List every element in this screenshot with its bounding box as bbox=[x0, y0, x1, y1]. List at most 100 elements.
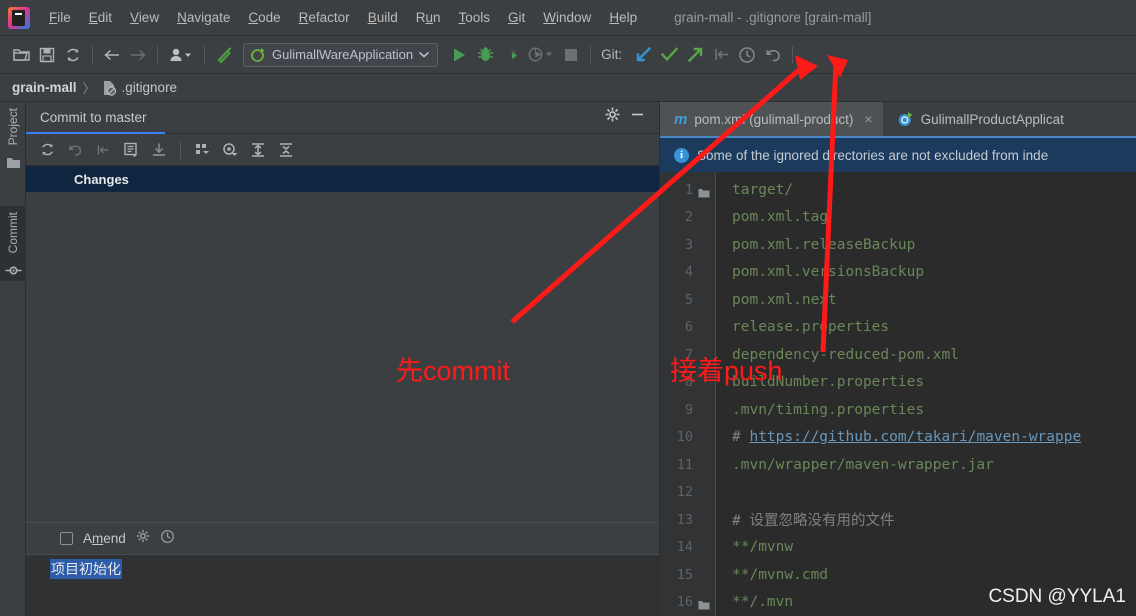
code-line-url: # https://github.com/takari/maven-wrappe bbox=[732, 424, 1136, 452]
hammer-icon[interactable] bbox=[211, 42, 237, 68]
menu-item-code[interactable]: Code bbox=[239, 6, 289, 29]
breadcrumb-project[interactable]: grain-mall bbox=[12, 80, 77, 95]
git-label: Git: bbox=[601, 47, 623, 62]
gutter-line: 3 bbox=[660, 231, 715, 259]
expand-all-icon[interactable] bbox=[245, 137, 271, 163]
gear-icon[interactable] bbox=[605, 107, 620, 127]
minimize-icon[interactable] bbox=[630, 107, 645, 127]
sidebar-item-commit-label: Commit bbox=[6, 212, 20, 254]
toolbar-divider-5 bbox=[792, 45, 794, 64]
line-number: 6 bbox=[684, 319, 693, 336]
commit-checkmark-icon[interactable] bbox=[656, 42, 682, 68]
sidebar-item-commit[interactable]: Commit bbox=[0, 206, 26, 282]
tab-commit-to-master[interactable]: Commit to master bbox=[26, 110, 165, 134]
intellij-idea-logo-icon bbox=[8, 6, 30, 29]
menu-item-navigate[interactable]: Navigate bbox=[168, 6, 239, 29]
menu-item-build[interactable]: Build bbox=[359, 6, 407, 29]
gear-icon[interactable] bbox=[136, 529, 150, 548]
refresh-icon[interactable] bbox=[60, 42, 86, 68]
undo-icon bbox=[760, 42, 786, 68]
group-by-icon[interactable] bbox=[189, 137, 215, 163]
run-play-icon[interactable] bbox=[446, 42, 472, 68]
line-number: 5 bbox=[684, 291, 693, 308]
close-icon[interactable]: × bbox=[864, 111, 872, 127]
show-diff-icon[interactable] bbox=[118, 137, 144, 163]
menu-item-refactor[interactable]: Refactor bbox=[290, 6, 359, 29]
commit-message-text: 项目初始化 bbox=[50, 559, 122, 579]
code-line: .mvn/wrapper/maven-wrapper.jar bbox=[732, 456, 994, 473]
line-number-gutter: 1 2 3 4 5 6 7 8 9 10 11 12 13 14 15 16 bbox=[660, 172, 716, 616]
run-configuration-label: GulimallWareApplication bbox=[272, 47, 414, 62]
commit-message-input[interactable]: 项目初始化 bbox=[26, 554, 659, 616]
gutter-line: 16 bbox=[660, 589, 715, 616]
update-project-icon[interactable] bbox=[630, 42, 656, 68]
push-arrow-icon[interactable] bbox=[682, 42, 708, 68]
menu-bar: File Edit View Navigate Code Refactor Bu… bbox=[0, 0, 1136, 36]
user-dropdown-icon[interactable] bbox=[164, 42, 198, 68]
code-editor[interactable]: 1 2 3 4 5 6 7 8 9 10 11 12 13 14 15 16 t… bbox=[660, 172, 1136, 616]
line-number: 9 bbox=[684, 401, 693, 418]
run-with-coverage-icon[interactable] bbox=[498, 42, 524, 68]
changes-label: Changes bbox=[74, 171, 129, 187]
code-lines: target/ pom.xml.tag pom.xml.releaseBacku… bbox=[716, 172, 1136, 616]
maven-m-icon: m bbox=[674, 110, 688, 128]
gutter-line: 2 bbox=[660, 204, 715, 232]
editor-tab-pom-xml[interactable]: m pom.xml (gulimall-product) × bbox=[660, 102, 883, 136]
menu-item-window[interactable]: Window bbox=[534, 6, 600, 29]
line-number: 1 bbox=[684, 181, 693, 198]
code-line: pom.xml.next bbox=[732, 291, 837, 308]
gutter-line: 8 bbox=[660, 369, 715, 397]
menu-item-edit[interactable]: Edit bbox=[80, 6, 121, 29]
gutter-line: 11 bbox=[660, 451, 715, 479]
code-line: pom.xml.tag bbox=[732, 209, 829, 226]
changes-group-row[interactable]: Changes bbox=[26, 166, 659, 192]
code-line: # 设置忽略没有用的文件 bbox=[732, 513, 895, 530]
sidebar-item-project-label: Project bbox=[6, 108, 20, 146]
gitignore-file-icon bbox=[103, 80, 116, 96]
menu-item-tools[interactable]: Tools bbox=[450, 6, 500, 29]
menu-item-view[interactable]: View bbox=[121, 6, 168, 29]
save-icon[interactable] bbox=[34, 42, 60, 68]
folder-icon[interactable] bbox=[698, 597, 710, 610]
amend-checkbox[interactable] bbox=[60, 532, 73, 545]
collapse-all-icon[interactable] bbox=[273, 137, 299, 163]
amend-row: Amend bbox=[26, 522, 659, 554]
editor-tab-gulimall-product-application[interactable]: GulimallProductApplicat bbox=[883, 102, 1074, 136]
commit-toolbar-divider bbox=[180, 140, 181, 159]
editor-notification-bar[interactable]: i Some of the ignored directories are no… bbox=[660, 138, 1136, 172]
folder-icon[interactable] bbox=[698, 185, 710, 198]
sidebar-item-project[interactable]: Project bbox=[0, 102, 26, 173]
debug-bug-icon[interactable] bbox=[472, 42, 498, 68]
gutter-line: 1 bbox=[660, 176, 715, 204]
history-clock-icon[interactable] bbox=[160, 529, 175, 549]
menu-item-help[interactable]: Help bbox=[600, 6, 646, 29]
toolbar-divider-2 bbox=[157, 45, 158, 64]
intellij-idea-window: File Edit View Navigate Code Refactor Bu… bbox=[0, 0, 1136, 616]
url-link[interactable]: https://github.com/takari/maven-wrappe bbox=[749, 429, 1081, 445]
breadcrumb-file[interactable]: .gitignore bbox=[122, 80, 178, 95]
changes-tree[interactable] bbox=[26, 192, 659, 522]
refresh-changes-icon[interactable] bbox=[34, 137, 60, 163]
window-title: grain-mall - .gitignore [grain-mall] bbox=[674, 10, 872, 25]
folder-icon bbox=[0, 151, 26, 173]
open-folder-icon[interactable] bbox=[8, 42, 34, 68]
menu-item-run[interactable]: Run bbox=[407, 6, 450, 29]
preview-diff-icon[interactable] bbox=[217, 137, 243, 163]
arrow-left-icon[interactable] bbox=[99, 42, 125, 68]
commit-tool-window: Commit to master Changes Amend 项目初始化 bbox=[26, 102, 660, 616]
gutter-line: 7 bbox=[660, 341, 715, 369]
menu-item-file[interactable]: File bbox=[40, 6, 80, 29]
run-configuration-selector[interactable]: GulimallWareApplication bbox=[243, 42, 439, 67]
revert-selected-icon bbox=[90, 137, 116, 163]
menu-item-git[interactable]: Git bbox=[499, 6, 534, 29]
editor-tab-label: pom.xml (gulimall-product) bbox=[694, 111, 854, 127]
chevron-down-icon bbox=[419, 51, 430, 58]
